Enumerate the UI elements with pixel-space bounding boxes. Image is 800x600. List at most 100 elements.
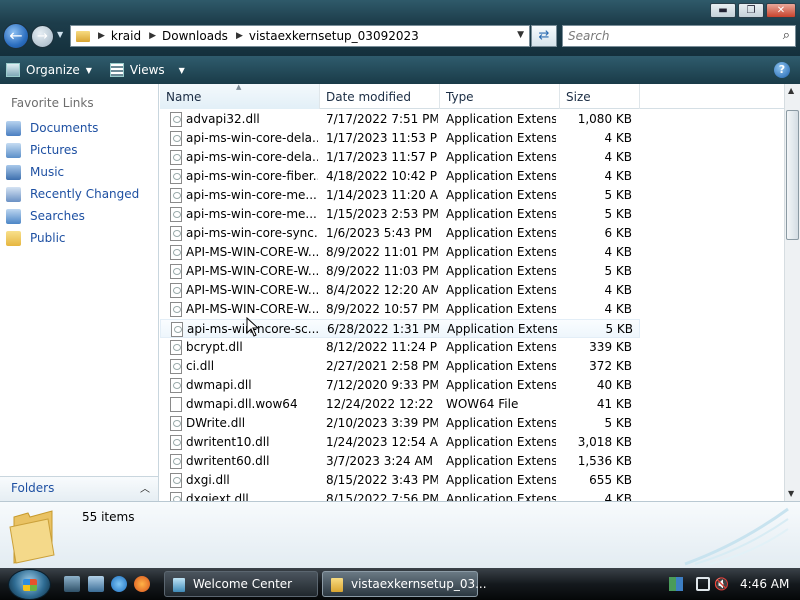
table-row[interactable]: dwmapi.dll 7/12/2020 9:33 PM Application E… [160,376,640,395]
table-row[interactable]: DWrite.dll 2/10/2023 3:39 PM Application E… [160,414,640,433]
table-row[interactable]: api-ms-win-core-dela... 1/17/2023 11:57 P… [160,148,640,167]
sidebar-item-recently-changed[interactable]: Recently Changed [6,184,139,204]
file-date-modified: 2/27/2021 2:58 PM [326,359,438,373]
back-arrow-icon: ← [9,26,23,45]
breadcrumb-separator-icon[interactable]: ▶ [236,31,243,41]
clock[interactable]: 4:46 AM [740,577,789,591]
task-welcome-center[interactable]: Welcome Center [164,571,318,597]
recent-pages-button[interactable]: ▼ [57,30,67,40]
column-header-size[interactable]: Size [560,84,640,109]
scrollbar-thumb[interactable] [786,110,799,240]
sidebar-item-pictures[interactable]: Pictures [6,140,78,160]
scroll-up-icon[interactable]: ▲ [788,86,794,95]
file-type: Application Extens... [446,359,556,373]
file-size: 5 KB [605,322,633,336]
show-desktop-icon[interactable] [64,576,80,592]
file-name: dwritent10.dll [186,435,270,449]
search-input[interactable]: Search ⌕ [562,25,796,47]
table-row[interactable]: dwritent10.dll 1/24/2023 12:54 AM Applicat… [160,433,640,452]
task-explorer-window[interactable]: vistaexkernsetup_03... [322,571,487,597]
breadcrumb-downloads[interactable]: Downloads [162,29,228,43]
column-header-date-modified[interactable]: Date modified [320,84,440,109]
sidebar-item-label: Documents [30,121,99,135]
back-button[interactable]: ← [3,23,29,49]
mouse-pointer-icon [246,317,258,337]
volume-muted-icon[interactable]: 🔇 [714,577,729,591]
table-row[interactable]: API-MS-WIN-CORE-W... 8/9/2022 10:57 PM App… [160,300,640,319]
file-date-modified: 7/12/2020 9:33 PM [326,378,438,392]
music-icon [6,164,21,180]
minimize-button[interactable]: ▬ [710,3,736,18]
close-button[interactable]: ✕ [766,3,796,18]
windows-logo-icon [23,579,37,591]
table-row[interactable]: API-MS-WIN-CORE-W... 8/9/2022 11:03 PM App… [160,262,640,281]
column-header-type[interactable]: Type [440,84,560,109]
file-date-modified: 8/9/2022 10:57 PM [326,302,438,316]
file-type: Application Extens... [446,226,556,240]
table-row[interactable]: bcrypt.dll 8/12/2022 11:24 PM Application … [160,338,640,357]
file-name: dxgiext.dll [186,492,249,501]
organize-label: Organize [26,63,80,77]
file-date-modified: 8/4/2022 12:20 AM [326,283,438,297]
favorite-links-title: Favorite Links [11,96,94,110]
vertical-scrollbar[interactable]: ▲ ▼ [784,84,800,501]
file-name: dwmapi.dll.wow64 [186,397,298,411]
file-type: Application Extens... [446,150,556,164]
pictures-icon [6,142,21,158]
table-row[interactable]: api-ms-win-core-me... 1/15/2023 2:53 PM Ap… [160,205,640,224]
breadcrumb-separator-icon[interactable]: ▶ [98,31,105,41]
table-row[interactable]: ci.dll 2/27/2021 2:58 PM Application Exten… [160,357,640,376]
firefox-icon[interactable] [134,576,150,592]
sidebar-item-documents[interactable]: Documents [6,118,98,138]
column-header-name[interactable]: Name ▲ [160,84,320,109]
sidebar-item-music[interactable]: Music [6,162,64,182]
refresh-button[interactable]: ⇄ [531,25,557,47]
organize-button[interactable]: Organize ▼ [0,58,98,82]
scroll-down-icon[interactable]: ▼ [788,489,794,498]
start-button[interactable] [8,569,51,600]
help-button[interactable]: ? [774,62,790,78]
table-row[interactable]: dwmapi.dll.wow64 12/24/2022 12:22 ... WOW6… [160,395,640,414]
file-size: 5 KB [604,264,632,278]
table-row[interactable]: api-ms-win-core-dela... 1/17/2023 11:53 P… [160,129,640,148]
system-tray: 🔇 4:46 AM [662,569,800,599]
dll-file-icon [170,340,182,355]
table-row[interactable]: dwritent60.dll 3/7/2023 3:24 AM Applicatio… [160,452,640,471]
forward-button[interactable]: → [31,25,54,48]
navigation-pane: Favorite Links Documents Pictures Music … [0,84,159,501]
internet-explorer-icon[interactable] [111,576,127,592]
sidebar-item-searches[interactable]: Searches [6,206,85,226]
sidebar-item-label: Searches [30,209,85,223]
table-row[interactable]: dxgi.dll 8/15/2022 3:43 PM Application Ext… [160,471,640,490]
file-date-modified: 1/24/2023 12:54 AM [326,435,438,449]
views-label: Views [129,63,165,77]
table-row[interactable]: api-ms-win-core-me... 1/14/2023 11:20 AM A… [160,186,640,205]
breadcrumb-current-folder[interactable]: vistaexkernsetup_03092023 [249,29,419,43]
table-row[interactable]: advapi32.dll 7/17/2022 7:51 PM Application… [160,110,640,129]
table-row[interactable]: api-ms-win-ncore-sc...6/28/2022 1:31 PMA… [160,319,640,338]
views-button[interactable]: Views ▼ [104,58,191,82]
file-name: API-MS-WIN-CORE-W... [186,283,318,297]
file-date-modified: 8/9/2022 11:01 PM [326,245,438,259]
network-icon[interactable] [696,577,710,591]
table-row[interactable]: api-ms-win-core-sync... 1/6/2023 5:43 PM A… [160,224,640,243]
table-row[interactable]: API-MS-WIN-CORE-W... 8/9/2022 11:01 PM App… [160,243,640,262]
file-size: 655 KB [589,473,632,487]
table-row[interactable]: api-ms-win-core-fiber... 4/18/2022 10:42 … [160,167,640,186]
sidebar-item-public[interactable]: Public [6,228,66,248]
breadcrumb-kraid[interactable]: kraid [111,29,141,43]
windows-defender-icon[interactable] [669,577,683,591]
task-label: Welcome Center [193,577,293,591]
address-bar[interactable]: ▶ kraid ▶ Downloads ▶ vistaexkernsetup_0… [70,25,530,47]
file-size: 5 KB [604,416,632,430]
dll-file-icon [170,283,182,298]
file-date-modified: 8/9/2022 11:03 PM [326,264,438,278]
folders-toggle[interactable]: Folders ︿ [0,476,158,501]
maximize-button[interactable]: ❐ [738,3,764,18]
breadcrumb-separator-icon[interactable]: ▶ [149,31,156,41]
table-row[interactable]: API-MS-WIN-CORE-W... 8/4/2022 12:20 AM App… [160,281,640,300]
address-dropdown-icon[interactable]: ▼ [517,30,524,40]
search-icon[interactable]: ⌕ [783,28,790,43]
switch-windows-icon[interactable] [88,576,104,592]
table-row[interactable]: dxgiext.dll 8/15/2022 7:56 PM Application … [160,490,640,501]
